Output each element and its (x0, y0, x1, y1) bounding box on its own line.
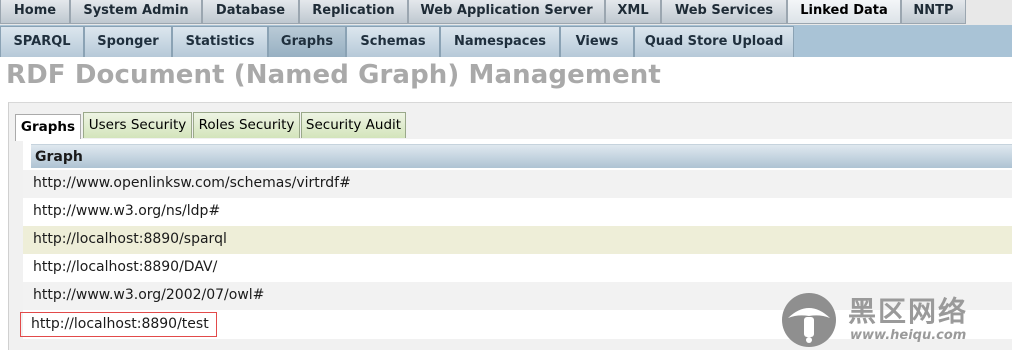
graph-link[interactable]: http://www.w3.org/ns/ldp# (33, 203, 220, 219)
table-row[interactable]: http://www.openlinksw.com/schemas/virtrd… (23, 170, 1012, 198)
nav-tab-database[interactable]: Database (202, 0, 299, 24)
subnav-tab-graphs[interactable]: Graphs (268, 26, 346, 57)
page-title: RDF Document (Named Graph) Management (6, 60, 661, 90)
subnav-tab-statistics[interactable]: Statistics (172, 26, 268, 57)
secondary-nav: SPARQL Sponger Statistics Graphs Schemas… (0, 25, 1012, 57)
table-row[interactable]: http://www.w3.org/ns/ldp# (23, 198, 1012, 226)
tab-graphs[interactable]: Graphs (15, 114, 81, 141)
graph-link-highlighted[interactable]: http://localhost:8890/test (20, 312, 217, 337)
page: Home System Admin Database Replication W… (0, 0, 1012, 354)
graph-link[interactable]: http://localhost:8890/sparql (33, 231, 227, 247)
table-row[interactable]: http://localhost:8890/DAV/ (23, 254, 1012, 282)
nav-tab-system-admin[interactable]: System Admin (70, 0, 202, 24)
primary-nav: Home System Admin Database Replication W… (0, 0, 1012, 25)
nav-tab-nntp[interactable]: NNTP (901, 0, 966, 24)
subnav-tab-sponger[interactable]: Sponger (84, 26, 172, 57)
nav-tab-linked-data[interactable]: Linked Data (787, 0, 901, 24)
tab-security-audit[interactable]: Security Audit (301, 112, 406, 138)
nav-tab-xml[interactable]: XML (605, 0, 661, 24)
subnav-tab-namespaces[interactable]: Namespaces (440, 26, 560, 57)
nav-tab-web-services[interactable]: Web Services (661, 0, 787, 24)
watermark-url: www.heiqu.com (850, 328, 967, 343)
table-row[interactable]: http://localhost:8890/sparql (23, 226, 1012, 254)
graph-column-header: Graph (31, 144, 1012, 168)
watermark: 黑区网络 www.heiqu.com (778, 290, 1008, 350)
watermark-name: 黑区网络 (848, 295, 969, 328)
mushroom-logo-icon (782, 293, 836, 347)
tab-roles-security[interactable]: Roles Security (193, 112, 300, 138)
nav-tab-home[interactable]: Home (0, 0, 70, 24)
graph-link[interactable]: http://localhost:8890/DAV/ (33, 259, 217, 275)
graph-link[interactable]: http://www.w3.org/2002/07/owl# (33, 287, 264, 303)
nav-tab-web-application-server[interactable]: Web Application Server (408, 0, 605, 24)
subnav-tab-views[interactable]: Views (560, 26, 634, 57)
subnav-tab-schemas[interactable]: Schemas (346, 26, 440, 57)
tab-users-security[interactable]: Users Security (83, 112, 192, 138)
nav-tab-replication[interactable]: Replication (299, 0, 408, 24)
graph-link[interactable]: http://www.openlinksw.com/schemas/virtrd… (33, 175, 351, 191)
subnav-tab-sparql[interactable]: SPARQL (0, 26, 84, 57)
subnav-tab-quad-store-upload[interactable]: Quad Store Upload (634, 26, 794, 57)
